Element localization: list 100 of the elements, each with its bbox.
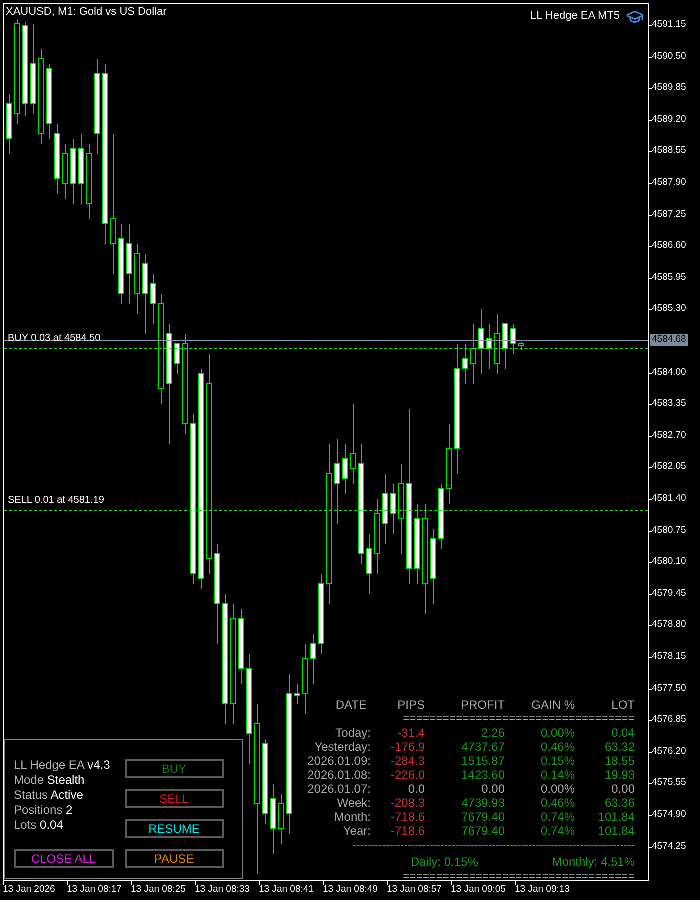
time-label: 13 Jan 08:17 xyxy=(67,885,122,894)
table-cell-text: 2026.01.08: xyxy=(306,768,371,782)
table-cell-text: 0.00 xyxy=(480,782,505,796)
price-label: 4589.20 xyxy=(652,114,686,124)
column-header: LOT xyxy=(610,698,635,712)
status-line: Mode Stealth xyxy=(14,773,86,788)
table-cell-text: -31.4 xyxy=(396,726,425,740)
table-cell-text: Year: xyxy=(342,824,371,838)
time-label: 13 Jan 08:57 xyxy=(387,885,442,894)
candlestick xyxy=(6,94,12,154)
candlestick xyxy=(134,244,140,314)
price-label: 4586.60 xyxy=(652,241,686,251)
separator-text: ----------------------------------------------------------------------------- xyxy=(352,839,635,853)
table-cell-text: 0.46% xyxy=(540,740,575,754)
price-label: 4577.50 xyxy=(652,684,686,694)
chart-title: XAUUSD, M1: Gold vs US Dollar xyxy=(6,6,167,20)
price-label: 4587.25 xyxy=(652,210,686,220)
candlestick xyxy=(174,344,180,374)
candlestick xyxy=(310,634,316,684)
ea-name: LL Hedge EA MT5 xyxy=(530,10,620,24)
status-line: Positions 2 xyxy=(14,803,74,818)
candlestick xyxy=(390,484,396,534)
table-cell-text: Week: xyxy=(336,796,371,810)
column-header: GAIN % xyxy=(530,698,575,712)
table-cell-text: 18.55 xyxy=(604,754,635,768)
price-label: 4585.30 xyxy=(652,304,686,314)
price-label: 4576.85 xyxy=(652,715,686,725)
table-cell-text: 0.0 xyxy=(407,782,425,796)
price-label: 4587.90 xyxy=(652,178,686,188)
table-cell-text: 0.46% xyxy=(540,796,575,810)
price-label: 4588.55 xyxy=(652,146,686,156)
price-label: 4575.55 xyxy=(652,778,686,788)
price-label: 4585.95 xyxy=(652,272,686,282)
separator-text: =================================== xyxy=(402,712,635,726)
daily-gain: Daily: 0.15% xyxy=(411,855,478,869)
candlestick xyxy=(518,342,524,350)
table-cell-text: 0.74% xyxy=(540,810,575,824)
order-label: SELL 0.01 at 4581.19 xyxy=(8,496,104,506)
candlestick xyxy=(270,784,276,854)
table-cell-text: 4737.67 xyxy=(460,740,505,754)
candlestick xyxy=(150,274,156,324)
time-label: 13 Jan 2026 xyxy=(3,885,56,894)
column-header: DATE xyxy=(334,698,367,712)
time-label: 13 Jan 08:49 xyxy=(323,885,378,894)
price-label: 4574.25 xyxy=(652,842,686,852)
status-line: Status Active xyxy=(14,788,84,803)
candlestick xyxy=(294,684,300,704)
panel-button[interactable]: CLOSE ALL xyxy=(14,849,114,868)
candlestick xyxy=(502,324,508,370)
table-cell-text: Month: xyxy=(333,810,371,824)
candlestick xyxy=(302,644,308,714)
price-label: 4576.20 xyxy=(652,746,686,756)
panel-button[interactable]: PAUSE xyxy=(124,849,224,868)
candlestick xyxy=(486,324,492,370)
time-label: 13 Jan 09:13 xyxy=(515,885,570,894)
price-label: 4580.75 xyxy=(652,526,686,536)
price-label: 4583.35 xyxy=(652,399,686,409)
table-cell-text: -226.0 xyxy=(390,768,425,782)
price-label: 4578.15 xyxy=(652,652,686,662)
table-cell-text: 0.00 xyxy=(610,782,635,796)
candlestick xyxy=(470,324,476,384)
candlestick xyxy=(70,138,76,204)
time-label: 13 Jan 09:05 xyxy=(451,885,506,894)
table-cell-text: -718.6 xyxy=(390,824,425,838)
candlestick xyxy=(478,308,484,374)
price-label: 4574.90 xyxy=(652,810,686,820)
panel-button[interactable]: RESUME xyxy=(124,819,224,838)
monthly-gain: Monthly: 4.51% xyxy=(552,855,635,869)
column-header: PROFIT xyxy=(460,698,505,712)
candlestick xyxy=(62,144,68,200)
table-cell-text: 0.00% xyxy=(540,726,575,740)
table-cell-text: -718.6 xyxy=(390,810,425,824)
candlestick xyxy=(438,484,444,550)
time-label: 13 Jan 08:33 xyxy=(195,885,250,894)
price-label: 4589.85 xyxy=(652,83,686,93)
price-label: 4591.15 xyxy=(652,20,686,30)
time-label: 13 Jan 08:41 xyxy=(259,885,314,894)
column-header: PIPS xyxy=(396,698,425,712)
table-cell-text: 63.36 xyxy=(604,796,635,810)
panel-button[interactable]: BUY xyxy=(124,759,224,778)
table-cell-text: 0.74% xyxy=(540,824,575,838)
table-cell-text: 7679.40 xyxy=(460,810,505,824)
price-label: 4578.80 xyxy=(652,620,686,630)
graduation-cap-icon xyxy=(626,8,644,26)
price-label: 4582.70 xyxy=(652,430,686,440)
table-cell-text: 2026.01.09: xyxy=(306,754,371,768)
time-label: 13 Jan 08:25 xyxy=(131,885,186,894)
table-cell-text: 4739.93 xyxy=(460,796,505,810)
separator-text: =================================== xyxy=(402,870,635,880)
candlestick xyxy=(278,794,284,844)
table-cell-text: 0.04 xyxy=(610,726,635,740)
table-cell-text: Today: xyxy=(334,726,371,740)
table-cell-text: Yesterday: xyxy=(314,740,371,754)
candlestick xyxy=(342,444,348,494)
panel-button[interactable]: SELL xyxy=(124,789,224,808)
candlestick xyxy=(54,124,60,194)
status-line: LL Hedge EA v4.3 xyxy=(14,758,112,773)
table-cell-text: -176.9 xyxy=(390,740,425,754)
table-cell-text: 0.00% xyxy=(540,782,575,796)
table-cell-text: 0.14% xyxy=(540,768,575,782)
